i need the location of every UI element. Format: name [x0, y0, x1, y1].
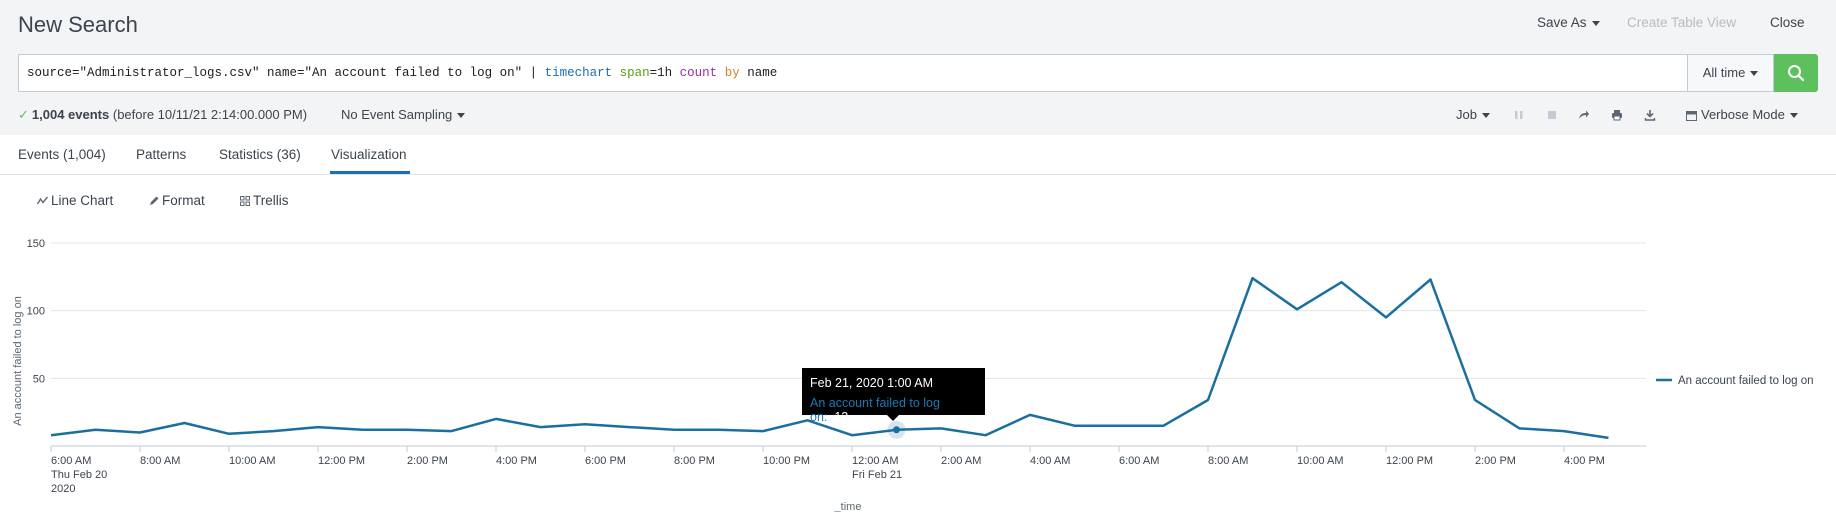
x-tick-label: 10:00 PM: [763, 455, 810, 467]
event-sampling-label: No Event Sampling: [341, 107, 453, 122]
trellis-button[interactable]: Trellis: [240, 193, 289, 208]
events-status: ✓ 1,004 events (before 10/11/21 2:14:00.0…: [18, 107, 307, 123]
legend-label: An account failed to log on: [1678, 375, 1814, 387]
query-command: timechart: [544, 66, 613, 80]
query-arg-value: =1h: [649, 66, 680, 80]
tab-statistics[interactable]: Statistics (36): [219, 147, 301, 162]
query-function: count: [679, 66, 718, 80]
x-tick-label: 8:00 AM: [140, 455, 180, 467]
tooltip-arrow: [887, 415, 899, 421]
tooltip-series: An account failed to log on:: [810, 396, 940, 424]
x-tick-label: 2:00 PM: [1475, 455, 1516, 467]
query-text: source="Administrator_logs.csv" name="An…: [27, 66, 545, 80]
save-as-button[interactable]: Save As: [1537, 15, 1600, 30]
search-mode-label: Verbose Mode: [1701, 107, 1785, 122]
y-tick-label: 50: [33, 373, 45, 385]
x-tick-label: 8:00 AM: [1208, 455, 1248, 467]
download-icon: [1644, 110, 1656, 121]
time-range-label: All time: [1702, 65, 1746, 80]
events-before: (before 10/11/21 2:14:00.000 PM): [112, 107, 308, 122]
x-tick-label: 6:00 PM: [585, 455, 626, 467]
stop-icon: [1548, 111, 1556, 119]
check-icon: ✓: [18, 107, 29, 122]
tab-events[interactable]: Events (1,004): [18, 147, 106, 162]
query-keyword: by: [724, 66, 740, 80]
y-tick-label: 150: [27, 238, 45, 250]
x-tick-label: 4:00 PM: [496, 455, 537, 467]
x-tick-label: 4:00 AM: [1030, 455, 1070, 467]
results-tabs: Events (1,004) Patterns Statistics (36) …: [0, 135, 1836, 175]
x-tick-label: 2020: [51, 483, 75, 495]
x-tick-label: 10:00 AM: [229, 455, 275, 467]
search-icon: [1788, 65, 1805, 82]
create-table-view-button[interactable]: Create Table View: [1627, 15, 1736, 30]
x-tick-label: 2:00 PM: [407, 455, 448, 467]
grid-icon: [240, 196, 250, 207]
close-button[interactable]: Close: [1770, 15, 1805, 30]
page-title: New Search: [18, 12, 138, 37]
save-as-label: Save As: [1537, 15, 1587, 30]
tab-visualization[interactable]: Visualization: [331, 147, 407, 162]
tab-patterns[interactable]: Patterns: [136, 147, 186, 162]
tooltip-time: Feb 21, 2020 1:00 AM: [810, 376, 934, 390]
active-tab-indicator: [330, 171, 410, 174]
search-mode-dropdown[interactable]: Verbose Mode: [1686, 107, 1798, 122]
share-button[interactable]: [1576, 107, 1592, 123]
chevron-down-icon: [457, 113, 466, 119]
stop-button[interactable]: [1544, 107, 1560, 123]
job-menu[interactable]: Job: [1456, 107, 1490, 122]
pause-icon: [1515, 111, 1523, 119]
y-tick-label: 100: [27, 306, 45, 318]
pencil-icon: [150, 196, 159, 206]
x-tick-label: 12:00 PM: [318, 455, 365, 467]
chart-tooltip: Feb 21, 2020 1:00 AM An account failed t…: [802, 368, 985, 424]
print-icon: [1612, 110, 1622, 121]
x-tick-label: 10:00 AM: [1297, 455, 1343, 467]
x-tick-label: 12:00 AM: [852, 455, 898, 467]
search-input[interactable]: source="Administrator_logs.csv" name="An…: [18, 54, 1688, 92]
format-button[interactable]: Format: [149, 193, 205, 208]
x-axis-label: _time: [834, 501, 862, 512]
print-button[interactable]: [1609, 107, 1625, 123]
export-button[interactable]: [1642, 107, 1658, 123]
query-arg: span: [619, 66, 650, 80]
tooltip-value: 12: [834, 410, 849, 424]
search-button[interactable]: [1774, 54, 1818, 92]
line-chart-button[interactable]: Line Chart: [36, 193, 114, 208]
line-chart-icon: [36, 196, 49, 205]
hover-point: [893, 426, 900, 434]
format-label: Format: [162, 193, 205, 208]
x-tick-label: 4:00 PM: [1564, 455, 1605, 467]
line-chart-label: Line Chart: [51, 193, 114, 208]
chevron-down-icon: [1481, 113, 1490, 119]
job-label: Job: [1456, 107, 1477, 122]
events-count: 1,004 events: [31, 107, 110, 122]
x-tick-label: 8:00 PM: [674, 455, 715, 467]
chevron-down-icon: [1591, 20, 1600, 26]
mode-icon: [1686, 110, 1697, 121]
trellis-label: Trellis: [253, 193, 289, 208]
pause-button[interactable]: [1511, 107, 1527, 123]
time-range-picker[interactable]: All time: [1688, 54, 1774, 92]
query-field: name: [739, 66, 778, 80]
y-axis-label: An account failed to log on: [12, 296, 24, 426]
x-tick-label: 6:00 AM: [1119, 455, 1159, 467]
x-tick-label: 6:00 AM: [51, 455, 91, 467]
chevron-down-icon: [1750, 71, 1759, 77]
x-tick-label: Thu Feb 20: [51, 469, 107, 481]
event-sampling-dropdown[interactable]: No Event Sampling: [341, 107, 466, 122]
x-tick-label: Fri Feb 21: [852, 469, 902, 481]
share-icon: [1579, 110, 1589, 119]
x-tick-label: 12:00 PM: [1386, 455, 1433, 467]
x-tick-label: 2:00 AM: [941, 455, 981, 467]
chevron-down-icon: [1789, 113, 1798, 119]
